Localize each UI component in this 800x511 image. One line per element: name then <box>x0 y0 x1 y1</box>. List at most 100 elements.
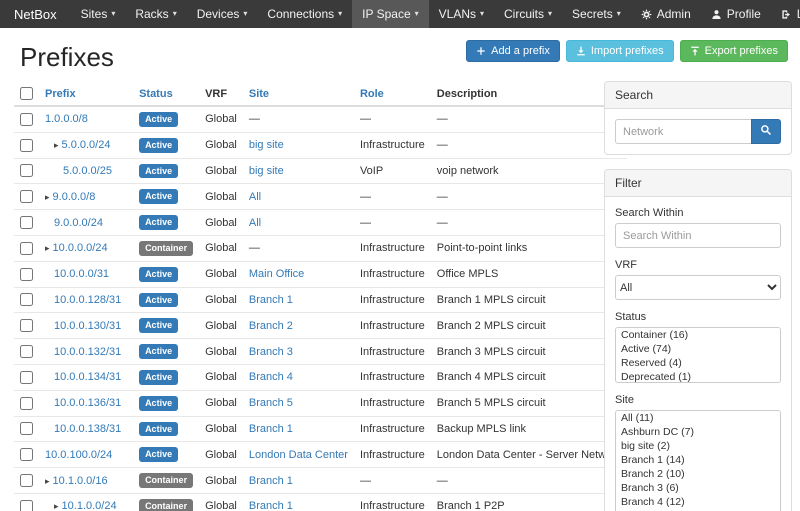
select-option[interactable]: Branch 4 (12) <box>616 495 780 509</box>
prefix-link[interactable]: 10.0.0.130/31 <box>54 320 121 332</box>
row-checkbox[interactable] <box>20 371 33 384</box>
select-option[interactable]: Branch 2 (10) <box>616 467 780 481</box>
site-link[interactable]: London Data Center <box>249 449 348 461</box>
select-option[interactable]: Branch 1 (14) <box>616 453 780 467</box>
chevron-down-icon: ▾ <box>173 10 177 18</box>
site-link[interactable]: Branch 1 <box>249 294 293 306</box>
column-sort-link[interactable]: Role <box>360 88 384 100</box>
site-link[interactable]: All <box>249 191 261 203</box>
nav-profile[interactable]: Profile <box>701 0 771 28</box>
app-logo[interactable]: NetBox <box>0 0 71 28</box>
site-link[interactable]: Branch 4 <box>249 371 293 383</box>
search-input[interactable] <box>615 119 751 144</box>
select-option[interactable]: All (11) <box>616 411 780 425</box>
site-link[interactable]: Branch 2 <box>249 320 293 332</box>
column-header-site[interactable]: Site <box>243 81 354 106</box>
export-prefixes-button[interactable]: Export prefixes <box>680 40 788 62</box>
row-checkbox[interactable] <box>20 293 33 306</box>
prefix-link[interactable]: 10.0.0.134/31 <box>54 371 121 383</box>
site-link[interactable]: Branch 1 <box>249 475 293 487</box>
prefix-link[interactable]: 9.0.0.0/8 <box>53 191 96 203</box>
chevron-down-icon: ▾ <box>243 10 247 18</box>
column-header-status[interactable]: Status <box>133 81 199 106</box>
prefix-link[interactable]: 10.1.0.0/24 <box>62 500 117 511</box>
prefix-link[interactable]: 10.0.0.128/31 <box>54 294 121 306</box>
site-link[interactable]: All <box>249 217 261 229</box>
vrf-select[interactable]: All <box>615 275 781 300</box>
column-header-role[interactable]: Role <box>354 81 431 106</box>
row-checkbox[interactable] <box>20 190 33 203</box>
prefix-link[interactable]: 10.0.0.136/31 <box>54 397 121 409</box>
nav-item-sites[interactable]: Sites▾ <box>71 0 126 28</box>
site-link[interactable]: Branch 3 <box>249 346 293 358</box>
prefix-link[interactable]: 10.0.0.132/31 <box>54 346 121 358</box>
nav-item-devices[interactable]: Devices▾ <box>187 0 258 28</box>
nav-item-connections[interactable]: Connections▾ <box>257 0 352 28</box>
column-sort-link[interactable]: Prefix <box>45 88 76 100</box>
column-sort-link[interactable]: Status <box>139 88 173 100</box>
row-checkbox-cell <box>14 261 39 287</box>
row-checkbox[interactable] <box>20 139 33 152</box>
nav-item-racks[interactable]: Racks▾ <box>125 0 186 28</box>
site-cell: big site <box>243 158 354 184</box>
nav-admin[interactable]: Admin <box>631 0 701 28</box>
row-checkbox[interactable] <box>20 319 33 332</box>
row-checkbox[interactable] <box>20 113 33 126</box>
site-link[interactable]: Branch 5 <box>249 397 293 409</box>
nav-item-circuits[interactable]: Circuits▾ <box>494 0 562 28</box>
site-multiselect[interactable]: All (11)Ashburn DC (7)big site (2)Branch… <box>615 410 781 511</box>
select-option[interactable]: Ashburn DC (7) <box>616 425 780 439</box>
site-link[interactable]: Branch 1 <box>249 423 293 435</box>
prefix-link[interactable]: 10.0.0.0/31 <box>54 268 109 280</box>
column-sort-link[interactable]: Site <box>249 88 269 100</box>
search-within-input[interactable] <box>615 223 781 248</box>
status-badge: Container <box>139 499 193 511</box>
import-prefixes-button[interactable]: Import prefixes <box>566 40 674 62</box>
select-option[interactable]: big site (2) <box>616 439 780 453</box>
nav-item-secrets[interactable]: Secrets▾ <box>562 0 631 28</box>
select-option[interactable]: Branch 3 (6) <box>616 481 780 495</box>
prefix-link[interactable]: 5.0.0.0/25 <box>63 165 112 177</box>
status-multiselect[interactable]: Container (16)Active (74)Reserved (4)Dep… <box>615 327 781 383</box>
prefix-link[interactable]: 5.0.0.0/24 <box>62 139 111 151</box>
site-link[interactable]: Branch 1 <box>249 500 293 511</box>
select-option[interactable]: Active (74) <box>616 342 780 356</box>
site-link[interactable]: big site <box>249 139 284 151</box>
nav-item-vlans[interactable]: VLANs▾ <box>429 0 494 28</box>
prefix-link[interactable]: 9.0.0.0/24 <box>54 217 103 229</box>
search-button[interactable] <box>751 119 781 144</box>
select-all-checkbox[interactable] <box>20 87 33 100</box>
nav-logout[interactable]: Log out <box>771 0 800 28</box>
nav-item-ip-space[interactable]: IP Space▾ <box>352 0 429 28</box>
row-checkbox-cell <box>14 442 39 468</box>
select-option[interactable]: Deprecated (1) <box>616 370 780 383</box>
add-prefix-button[interactable]: Add a prefix <box>466 40 560 62</box>
row-checkbox[interactable] <box>20 242 33 255</box>
row-checkbox[interactable] <box>20 268 33 281</box>
chevron-down-icon: ▾ <box>548 10 552 18</box>
row-checkbox[interactable] <box>20 474 33 487</box>
prefix-link[interactable]: 10.0.0.138/31 <box>54 423 121 435</box>
row-checkbox[interactable] <box>20 216 33 229</box>
table-row: 10.0.0.130/31ActiveGlobalBranch 2Infrast… <box>14 313 627 339</box>
select-option[interactable]: Container (16) <box>616 328 780 342</box>
prefix-cell: 9.0.0.0/24 <box>39 210 133 236</box>
prefix-link[interactable]: 10.1.0.0/16 <box>53 475 108 487</box>
row-checkbox[interactable] <box>20 422 33 435</box>
prefix-link[interactable]: 10.0.100.0/24 <box>45 449 112 461</box>
row-checkbox[interactable] <box>20 397 33 410</box>
row-checkbox[interactable] <box>20 164 33 177</box>
site-link[interactable]: Main Office <box>249 268 304 280</box>
vrf-cell: Global <box>199 210 243 236</box>
row-checkbox[interactable] <box>20 345 33 358</box>
select-option[interactable]: Reserved (4) <box>616 356 780 370</box>
site-link[interactable]: big site <box>249 165 284 177</box>
prefix-cell: 10.0.0.128/31 <box>39 287 133 313</box>
prefix-link[interactable]: 1.0.0.0/8 <box>45 113 88 125</box>
site-cell: Branch 1 <box>243 416 354 442</box>
row-checkbox[interactable] <box>20 500 33 511</box>
column-header-prefix[interactable]: Prefix <box>39 81 133 106</box>
prefix-link[interactable]: 10.0.0.0/24 <box>53 242 108 254</box>
hierarchy-arrow-icon: ▸ <box>45 476 50 486</box>
row-checkbox[interactable] <box>20 448 33 461</box>
